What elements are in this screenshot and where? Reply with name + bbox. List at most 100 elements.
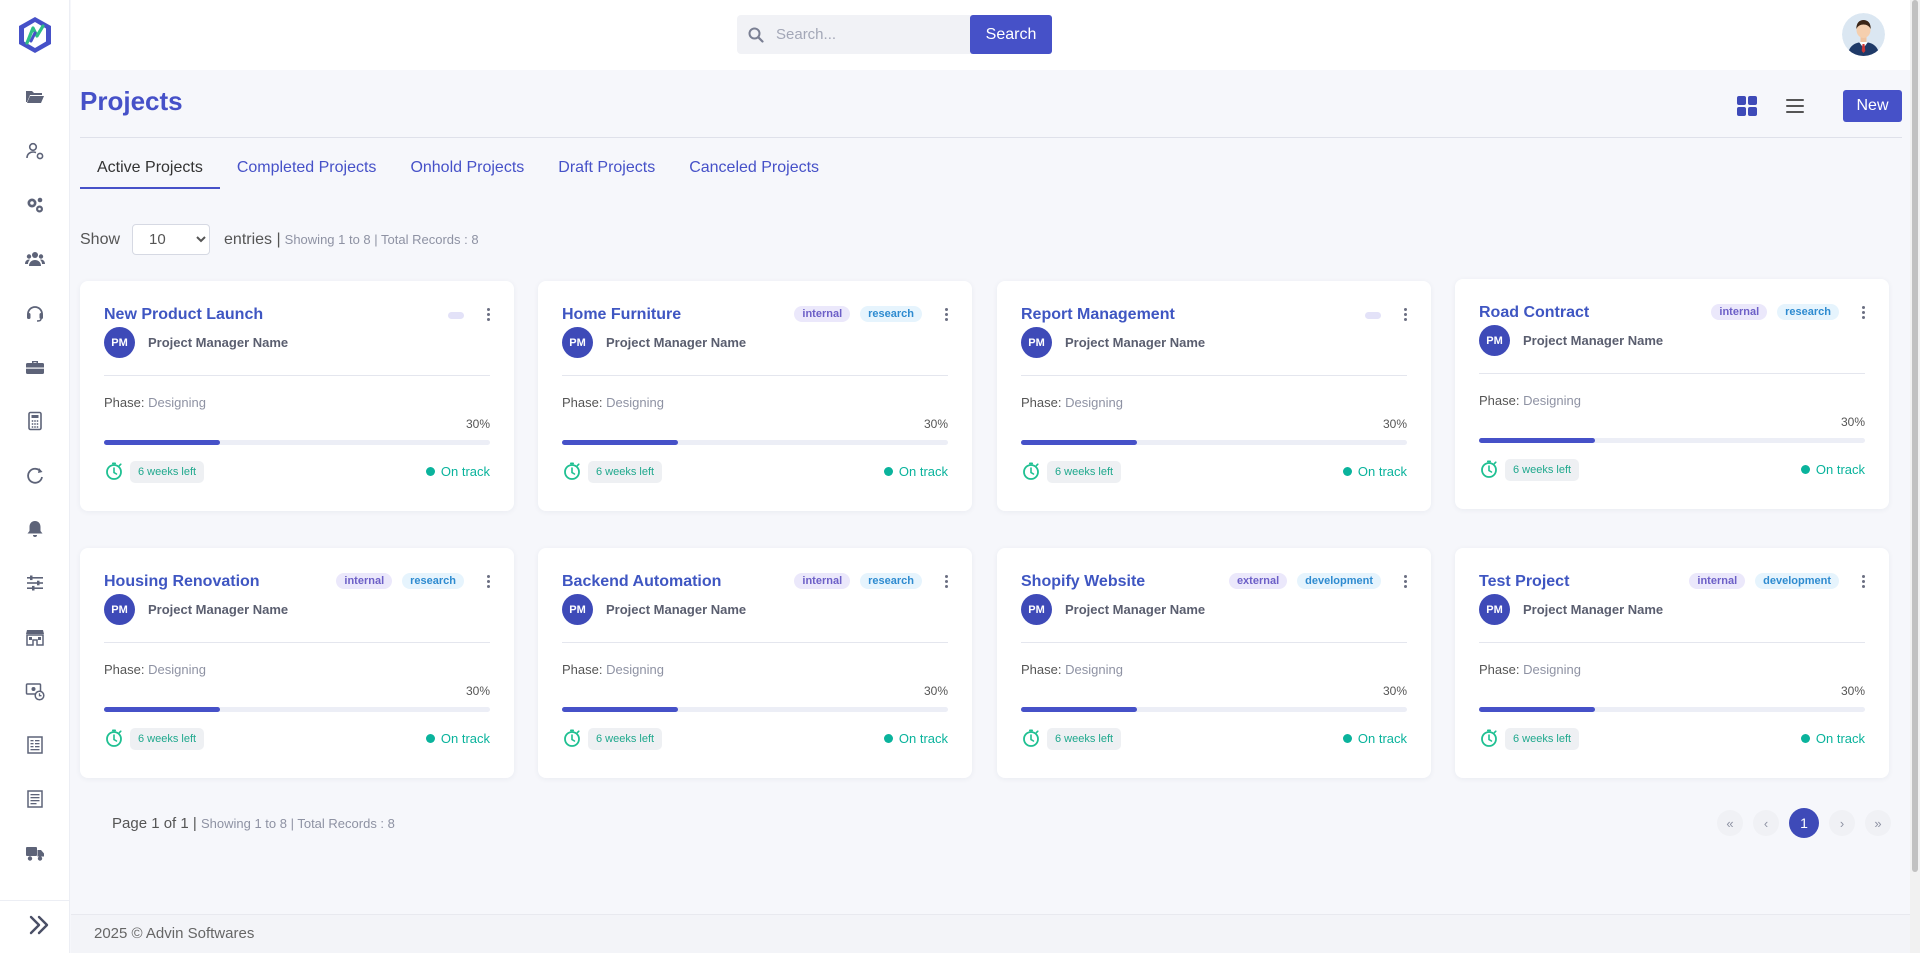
last-page-button[interactable]: » xyxy=(1865,810,1891,836)
folder-icon[interactable] xyxy=(24,85,46,107)
gears-icon[interactable] xyxy=(24,194,46,216)
project-title[interactable]: Report Management xyxy=(1021,306,1175,324)
prev-page-button[interactable]: ‹ xyxy=(1753,810,1779,836)
project-card[interactable]: Test Project internal development PM Proj… xyxy=(1455,548,1889,778)
avatar[interactable] xyxy=(1842,13,1885,56)
project-title[interactable]: Test Project xyxy=(1479,573,1569,591)
first-page-button[interactable]: « xyxy=(1717,810,1743,836)
card-menu-icon[interactable] xyxy=(942,306,950,322)
project-phase: Phase: Designing xyxy=(1479,393,1581,408)
project-title[interactable]: Shopify Website xyxy=(1021,573,1145,591)
receipt-icon[interactable] xyxy=(24,734,46,756)
grid-view-icon[interactable] xyxy=(1736,95,1758,117)
refresh-icon[interactable] xyxy=(24,464,46,486)
card-menu-icon[interactable] xyxy=(1401,306,1409,322)
search-input[interactable] xyxy=(776,26,956,43)
phase-value: Designing xyxy=(1065,395,1123,410)
progress-percent: 30% xyxy=(923,417,948,431)
pm-avatar: PM xyxy=(1021,327,1052,358)
pm-avatar: PM xyxy=(1021,594,1052,625)
project-title[interactable]: Housing Renovation xyxy=(104,573,260,591)
pm-avatar: PM xyxy=(562,594,593,625)
time-left-badge: 6 weeks left xyxy=(130,728,205,750)
project-card[interactable]: Report Management PM Project Manager Nam… xyxy=(997,281,1431,511)
status-indicator: On track xyxy=(425,731,490,746)
project-title[interactable]: New Product Launch xyxy=(104,306,263,324)
project-phase: Phase: Designing xyxy=(562,662,664,677)
phase-value: Designing xyxy=(1523,393,1581,408)
stopwatch-icon xyxy=(1023,462,1039,480)
pm-avatar: PM xyxy=(1479,594,1510,625)
phase-label: Phase: xyxy=(104,662,145,677)
phase-label: Phase: xyxy=(1479,662,1520,677)
card-divider xyxy=(104,642,490,643)
tab-onhold-projects[interactable]: Onhold Projects xyxy=(393,155,541,189)
card-divider xyxy=(562,375,948,376)
pm-name: Project Manager Name xyxy=(606,602,747,617)
card-menu-icon[interactable] xyxy=(484,306,492,322)
project-tag: internal xyxy=(1711,304,1768,320)
calculator-icon[interactable] xyxy=(24,410,46,432)
sliders-icon[interactable] xyxy=(24,572,46,594)
scrollbar-thumb[interactable] xyxy=(1912,0,1918,872)
project-tag: research xyxy=(1777,304,1839,320)
document-icon[interactable] xyxy=(24,788,46,810)
search-button[interactable]: Search xyxy=(970,15,1052,54)
project-tag: development xyxy=(1297,573,1381,589)
new-project-button[interactable]: New xyxy=(1843,90,1902,122)
status-text: On track xyxy=(1357,464,1407,479)
truck-icon[interactable] xyxy=(24,842,46,864)
project-phase: Phase: Designing xyxy=(104,662,206,677)
progress-bar xyxy=(1479,438,1865,443)
card-menu-icon[interactable] xyxy=(1859,304,1867,320)
project-card[interactable]: Housing Renovation internal research PM P… xyxy=(80,548,514,778)
project-card[interactable]: New Product Launch PM Project Manager Na… xyxy=(80,281,514,511)
tab-draft-projects[interactable]: Draft Projects xyxy=(541,155,672,189)
next-page-button[interactable]: › xyxy=(1829,810,1855,836)
status-text: On track xyxy=(1815,731,1865,746)
project-tag: internal xyxy=(336,573,393,589)
entries-per-page-select[interactable]: 10 xyxy=(132,224,211,255)
card-menu-icon[interactable] xyxy=(1401,573,1409,589)
project-title[interactable]: Backend Automation xyxy=(562,573,721,591)
project-card[interactable]: Shopify Website external development PM P… xyxy=(997,548,1431,778)
progress-bar xyxy=(104,707,490,712)
tab-completed-projects[interactable]: Completed Projects xyxy=(220,155,394,189)
expand-sidebar-icon[interactable] xyxy=(26,912,52,938)
user-settings-icon[interactable] xyxy=(24,140,46,162)
headset-icon[interactable] xyxy=(24,302,46,324)
tab-canceled-projects[interactable]: Canceled Projects xyxy=(672,155,836,189)
pagination: « ‹ 1 › » xyxy=(1717,808,1891,838)
project-tag: development xyxy=(1755,573,1839,589)
page-scrollbar[interactable] xyxy=(1910,0,1920,953)
project-phase: Phase: Designing xyxy=(104,395,206,410)
card-menu-icon[interactable] xyxy=(942,573,950,589)
money-clock-icon[interactable] xyxy=(24,680,46,702)
project-title[interactable]: Home Furniture xyxy=(562,306,681,324)
phase-label: Phase: xyxy=(562,662,603,677)
list-view-icon[interactable] xyxy=(1784,95,1806,117)
bell-icon[interactable] xyxy=(24,518,46,540)
status-dot-icon xyxy=(1342,734,1352,743)
project-title[interactable]: Road Contract xyxy=(1479,304,1589,322)
page-summary: Showing 1 to 8 | Total Records : 8 xyxy=(200,816,395,831)
project-card[interactable]: Road Contract internal research PM Projec… xyxy=(1455,279,1889,509)
project-phase: Phase: Designing xyxy=(1021,395,1123,410)
page-1-button[interactable]: 1 xyxy=(1789,808,1819,838)
phase-label: Phase: xyxy=(1479,393,1520,408)
store-icon[interactable] xyxy=(24,626,46,648)
time-left-badge: 6 weeks left xyxy=(588,728,663,750)
pm-name: Project Manager Name xyxy=(1523,333,1664,348)
advin-logo-icon[interactable] xyxy=(18,16,52,54)
project-card[interactable]: Home Furniture internal research PM Proje… xyxy=(538,281,972,511)
project-tag: research xyxy=(860,573,922,589)
tab-active-projects[interactable]: Active Projects xyxy=(80,155,220,189)
card-menu-icon[interactable] xyxy=(484,573,492,589)
project-card[interactable]: Backend Automation internal research PM P… xyxy=(538,548,972,778)
users-icon[interactable] xyxy=(24,248,46,270)
briefcase-icon[interactable] xyxy=(24,356,46,378)
card-menu-icon[interactable] xyxy=(1859,573,1867,589)
progress-fill xyxy=(562,707,678,712)
sidebar-divider xyxy=(0,900,70,901)
page-info: Page 1 of 1 | Showing 1 to 8 | Total Rec… xyxy=(112,815,395,832)
